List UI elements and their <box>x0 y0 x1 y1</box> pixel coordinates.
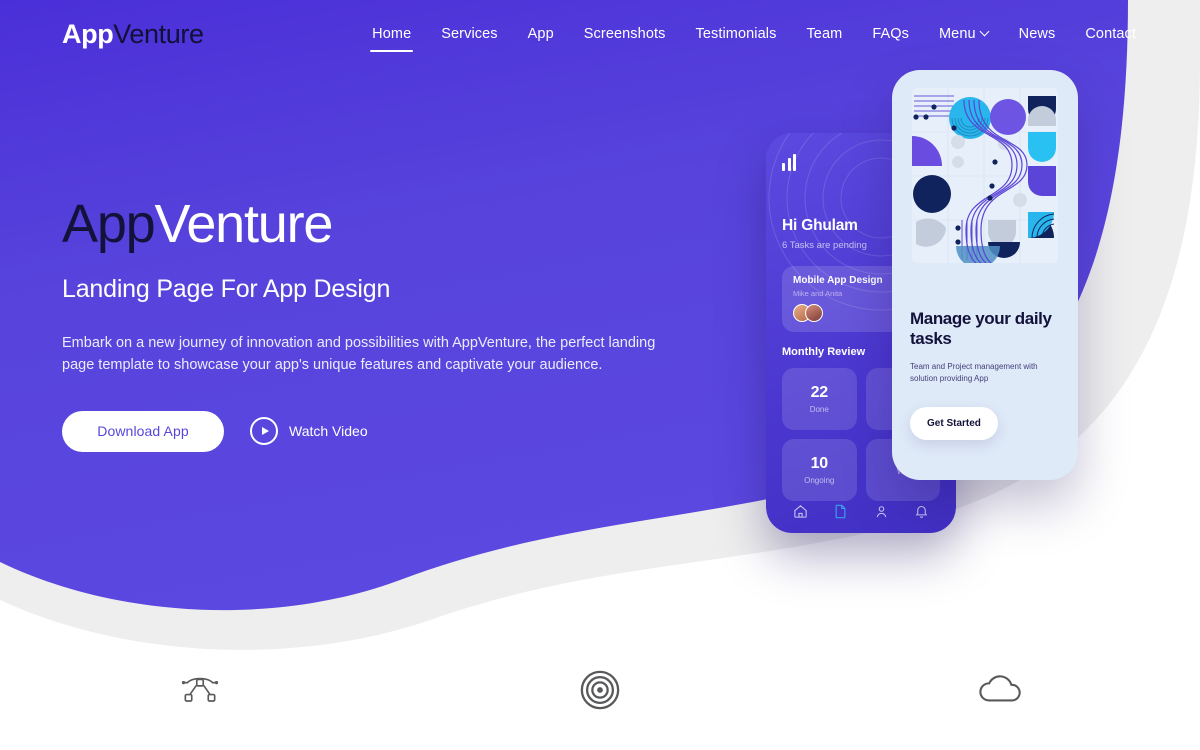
abstract-geometric-illustration <box>912 88 1058 263</box>
watch-video-label: Watch Video <box>289 423 368 440</box>
front-phone-title: Manage your daily tasks <box>910 309 1052 349</box>
document-icon[interactable] <box>833 504 848 519</box>
bell-icon[interactable] <box>914 504 929 519</box>
hero-title-dark: App <box>62 194 156 254</box>
hero-subtitle: Landing Page For App Design <box>62 274 391 303</box>
home-icon[interactable] <box>793 504 808 519</box>
stat-label: Done <box>809 405 829 414</box>
nav-label: Menu <box>938 26 976 42</box>
nav-label: Home <box>372 26 412 42</box>
nav-label: Team <box>806 26 843 42</box>
nav-item-news[interactable]: News <box>1017 21 1058 47</box>
stat-value: 22 <box>810 384 829 401</box>
nav-label: Screenshots <box>583 26 666 42</box>
feature-item-target[interactable] <box>400 669 800 711</box>
cloud-icon <box>979 675 1021 702</box>
front-phone-description: Team and Project management with solutio… <box>910 361 1038 383</box>
hero-section: AppVenture Landing Page For App Design E… <box>62 196 702 452</box>
nav-label: Contact <box>1085 26 1136 42</box>
hero-description: Embark on a new journey of innovation an… <box>62 334 656 374</box>
stat-value: 10 <box>810 455 829 472</box>
avatar <box>805 304 823 322</box>
feature-item-cloud[interactable] <box>800 672 1200 708</box>
person-icon[interactable] <box>874 504 889 519</box>
get-started-button[interactable]: Get Started <box>910 406 998 440</box>
nav-item-menu[interactable]: Menu <box>937 21 991 47</box>
download-app-button[interactable]: Download App <box>62 410 224 452</box>
bezier-node-icon <box>181 677 219 702</box>
phone-mockup-front: Manage your daily tasks Team and Project… <box>892 70 1078 480</box>
nav-item-screenshots[interactable]: Screenshots <box>582 21 668 47</box>
page-title: AppVenture <box>62 196 702 253</box>
stat-card[interactable]: 10 Ongoing <box>782 439 857 501</box>
nav-label: Testimonials <box>695 26 777 42</box>
chevron-down-icon <box>981 28 989 36</box>
hero-cta-row: Download App Watch Video <box>62 410 702 452</box>
stat-label: Ongoing <box>804 476 835 485</box>
nav-label: FAQs <box>872 26 909 42</box>
target-icon <box>580 670 620 710</box>
main-nav: Home Services App Screenshots Testimonia… <box>370 21 1138 52</box>
nav-item-app[interactable]: App <box>526 21 556 47</box>
feature-item-design[interactable] <box>0 673 400 707</box>
site-header: AppVenture Home Services App Screenshots… <box>0 0 1200 68</box>
watch-video-button[interactable]: Watch Video <box>250 417 368 446</box>
nav-label: App <box>527 26 554 42</box>
logo[interactable]: AppVenture <box>62 19 204 50</box>
nav-item-services[interactable]: Services <box>439 21 499 47</box>
stat-card[interactable]: 22 Done <box>782 368 857 430</box>
logo-bold: App <box>62 18 114 49</box>
nav-label: Services <box>441 26 498 42</box>
nav-item-home[interactable]: Home <box>370 21 414 52</box>
nav-item-team[interactable]: Team <box>804 21 844 47</box>
hero-title-light: Venture <box>154 194 333 254</box>
phone-bottom-nav <box>766 504 956 519</box>
nav-item-testimonials[interactable]: Testimonials <box>693 21 778 47</box>
nav-item-contact[interactable]: Contact <box>1083 21 1138 47</box>
feature-icons-row <box>0 630 1200 750</box>
logo-light: Venture <box>113 18 204 49</box>
nav-item-faqs[interactable]: FAQs <box>870 21 911 47</box>
nav-label: News <box>1018 26 1056 42</box>
play-icon <box>250 417 278 446</box>
